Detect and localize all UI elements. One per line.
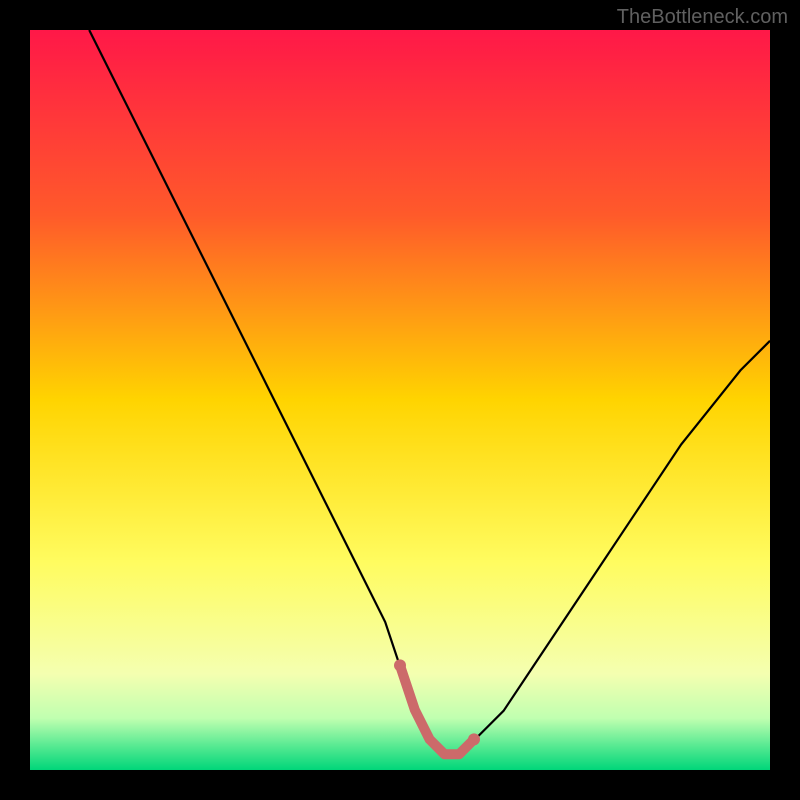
optimal-zone-endpoint — [468, 733, 480, 745]
gradient-background — [30, 30, 770, 770]
chart-container: TheBottleneck.com — [0, 0, 800, 800]
optimal-zone-endpoint — [394, 659, 406, 671]
plot-area — [30, 30, 770, 770]
watermark-text: TheBottleneck.com — [617, 6, 788, 29]
bottleneck-chart — [30, 30, 770, 770]
